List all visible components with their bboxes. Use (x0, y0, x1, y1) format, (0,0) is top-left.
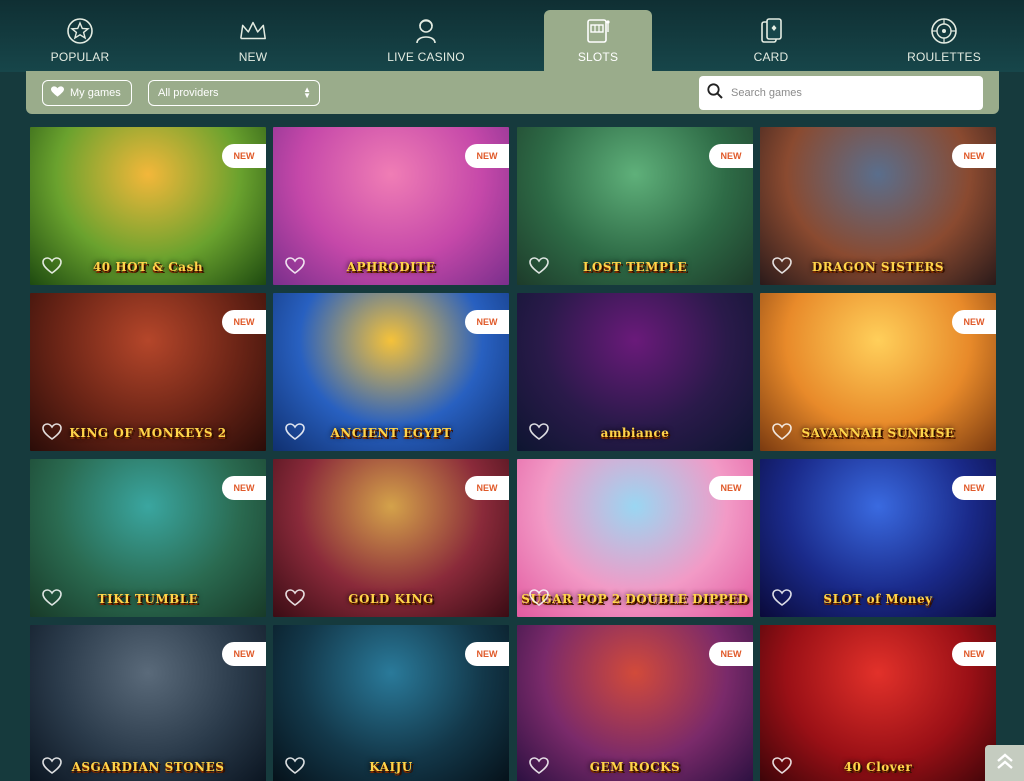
tab-popular[interactable]: POPULAR (26, 10, 134, 72)
game-tile[interactable]: ASGARDIAN STONES NEW (30, 625, 266, 781)
favorite-heart-icon[interactable] (42, 589, 62, 607)
favorite-heart-icon[interactable] (285, 589, 305, 607)
tab-label: POPULAR (50, 50, 110, 64)
providers-select[interactable]: All providers ▲ ▼ (148, 80, 320, 106)
favorite-heart-icon[interactable] (529, 423, 549, 441)
scroll-to-top-button[interactable] (985, 745, 1024, 781)
game-tile[interactable]: TIKI TUMBLE NEW (30, 459, 266, 617)
game-title: SUGAR POP 2 DOUBLE DIPPED (521, 592, 749, 606)
game-tile[interactable]: KAIJU NEW (273, 625, 509, 781)
favorite-heart-icon[interactable] (529, 589, 549, 607)
dealer-icon (411, 16, 441, 46)
new-badge: NEW (465, 144, 509, 168)
my-games-button[interactable]: My games (42, 80, 132, 106)
new-badge: NEW (222, 642, 266, 666)
search-box[interactable] (699, 76, 983, 110)
game-title: ANCIENT EGYPT (330, 426, 452, 440)
game-title: 40 Clover (843, 760, 913, 774)
my-games-label: My games (70, 87, 121, 99)
new-badge: NEW (952, 310, 996, 334)
tab-slots[interactable]: SLOTS (544, 10, 652, 72)
game-title: DRAGON SISTERS (811, 260, 945, 274)
star-icon (65, 16, 95, 46)
tab-label: LIVE CASINO (387, 50, 465, 64)
new-badge: NEW (222, 310, 266, 334)
tab-label: NEW (238, 50, 268, 64)
game-title: 40 HOT & Cash (92, 260, 204, 274)
new-badge: NEW (709, 476, 753, 500)
game-tile[interactable]: APHRODITE NEW (273, 127, 509, 285)
game-title: ASGARDIAN STONES (71, 760, 225, 774)
favorite-heart-icon[interactable] (529, 257, 549, 275)
search-icon (707, 82, 723, 104)
new-badge: NEW (952, 642, 996, 666)
game-title: KAIJU (369, 760, 413, 774)
tab-label: CARD (753, 50, 789, 64)
game-title: SAVANNAH SUNRISE (801, 426, 955, 440)
game-tile[interactable]: DRAGON SISTERS NEW (760, 127, 996, 285)
new-badge: NEW (709, 642, 753, 666)
new-badge: NEW (465, 476, 509, 500)
game-title: GOLD KING (348, 592, 434, 606)
filter-bar: My games All providers ▲ ▼ (26, 71, 999, 114)
heart-icon (51, 85, 64, 101)
game-title: ambiance (600, 426, 670, 440)
new-badge: NEW (465, 642, 509, 666)
new-badge: NEW (222, 144, 266, 168)
game-title: TIKI TUMBLE (97, 592, 199, 606)
favorite-heart-icon[interactable] (772, 257, 792, 275)
roulette-icon (929, 16, 959, 46)
game-tile[interactable]: GOLD KING NEW (273, 459, 509, 617)
game-title: GEM ROCKS (589, 760, 681, 774)
tab-card[interactable]: CARD (717, 10, 825, 72)
category-nav: POPULAR NEW LIVE CASINO SLOTS CARD ROULE… (0, 0, 1024, 72)
new-badge: NEW (222, 476, 266, 500)
tab-label: ROULETTES (907, 50, 981, 64)
game-tile[interactable]: ANCIENT EGYPT NEW (273, 293, 509, 451)
favorite-heart-icon[interactable] (42, 757, 62, 775)
favorite-heart-icon[interactable] (529, 757, 549, 775)
favorite-heart-icon[interactable] (42, 423, 62, 441)
favorite-heart-icon[interactable] (42, 257, 62, 275)
tab-live-casino[interactable]: LIVE CASINO (372, 10, 480, 72)
favorite-heart-icon[interactable] (772, 757, 792, 775)
new-badge: NEW (465, 310, 509, 334)
game-title: LOST TEMPLE (582, 260, 688, 274)
crown-icon (238, 16, 268, 46)
game-tile[interactable]: LOST TEMPLE NEW (517, 127, 753, 285)
search-input[interactable] (731, 87, 961, 99)
favorite-heart-icon[interactable] (285, 757, 305, 775)
favorite-heart-icon[interactable] (285, 257, 305, 275)
game-tile[interactable]: ambiance (517, 293, 753, 451)
game-tile[interactable]: 40 HOT & Cash NEW (30, 127, 266, 285)
game-title: SLOT of Money (823, 592, 933, 606)
game-tile[interactable]: GEM ROCKS NEW (517, 625, 753, 781)
new-badge: NEW (952, 476, 996, 500)
game-tile[interactable]: SAVANNAH SUNRISE NEW (760, 293, 996, 451)
favorite-heart-icon[interactable] (772, 423, 792, 441)
tab-new[interactable]: NEW (199, 10, 307, 72)
tab-label: SLOTS (577, 50, 619, 64)
providers-label: All providers (158, 87, 219, 99)
game-tile[interactable]: SUGAR POP 2 DOUBLE DIPPED NEW (517, 459, 753, 617)
game-tile[interactable]: SLOT of Money NEW (760, 459, 996, 617)
game-tile[interactable]: KING OF MONKEYS 2 NEW (30, 293, 266, 451)
new-badge: NEW (709, 144, 753, 168)
game-title: KING OF MONKEYS 2 (69, 426, 227, 440)
slot-machine-icon (583, 16, 613, 46)
new-badge: NEW (952, 144, 996, 168)
tab-roulettes[interactable]: ROULETTES (890, 10, 998, 72)
double-chevron-up-icon (995, 751, 1015, 776)
game-title: APHRODITE (346, 260, 436, 274)
favorite-heart-icon[interactable] (285, 423, 305, 441)
sort-arrows-icon: ▲ ▼ (303, 85, 311, 100)
cards-icon (756, 16, 786, 46)
favorite-heart-icon[interactable] (772, 589, 792, 607)
game-tile[interactable]: 40 Clover NEW (760, 625, 996, 781)
